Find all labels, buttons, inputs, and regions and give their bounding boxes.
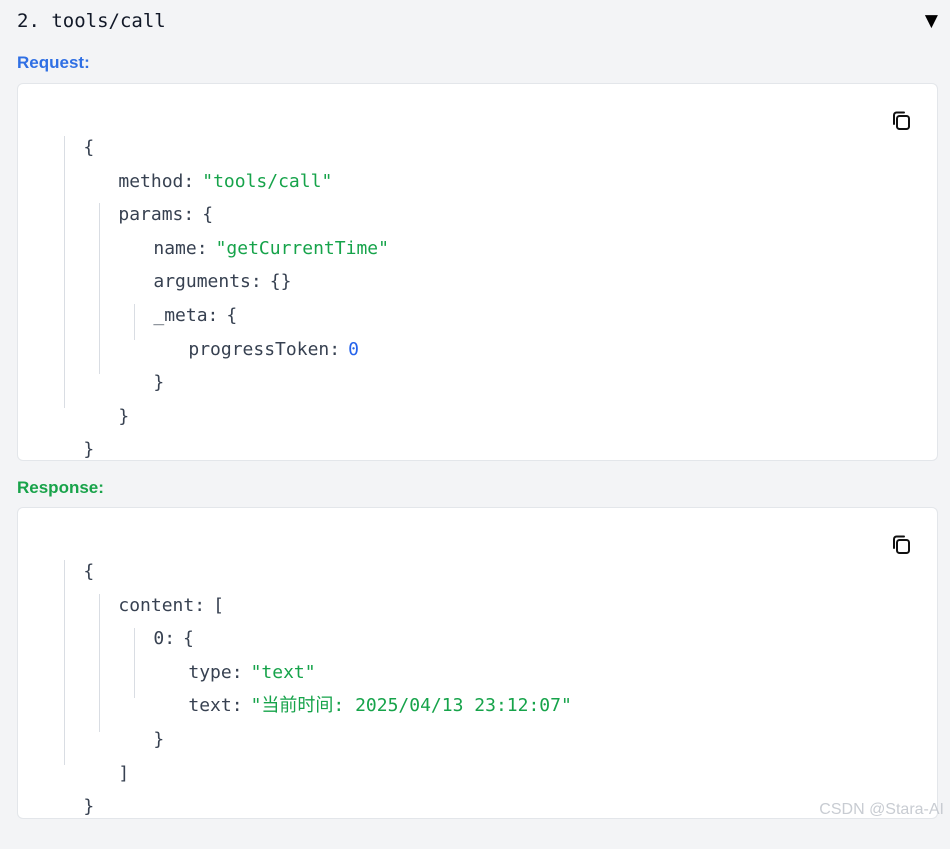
json-line: } xyxy=(83,796,95,817)
collapse-toggle-icon[interactable]: ▼ xyxy=(925,11,938,31)
request-json-card: { method: "tools/call" params:{ name: "get… xyxy=(17,83,938,461)
response-json-card: { content:[ 0:{ type: "text" text: "当前时间: … xyxy=(17,507,938,819)
json-line: method: "tools/call" xyxy=(118,171,333,192)
json-line[interactable]: _meta:{ xyxy=(110,274,237,326)
indent-guide xyxy=(64,560,65,765)
json-line: name: "getCurrentTime" xyxy=(153,238,389,259)
json-key: text xyxy=(188,695,232,716)
watermark: CSDN @Stara-AI xyxy=(819,801,944,818)
json-line: type: "text" xyxy=(188,662,316,683)
json-line: { xyxy=(83,137,95,158)
section-header[interactable]: 2. tools/call ▼ xyxy=(0,0,950,46)
json-line[interactable]: content:[ xyxy=(75,564,224,616)
response-label: Response: xyxy=(17,478,104,497)
copy-request-icon[interactable] xyxy=(891,110,913,132)
json-number-value: 0 xyxy=(348,339,359,360)
json-line: } xyxy=(83,439,95,460)
json-string-value: "tools/call" xyxy=(202,171,333,192)
request-label: Request: xyxy=(17,53,90,72)
json-line: progressToken: 0 xyxy=(188,339,359,360)
json-line: } xyxy=(153,372,165,393)
json-line: ] xyxy=(118,763,130,784)
json-line: text: "当前时间: 2025/04/13 23:12:07" xyxy=(188,695,572,716)
json-string-value: "当前时间: 2025/04/13 23:12:07" xyxy=(250,695,572,716)
json-line: arguments:{} xyxy=(153,271,292,292)
json-key: progressToken xyxy=(188,339,330,360)
json-line: } xyxy=(118,406,130,427)
indent-guide xyxy=(64,136,65,408)
json-line: } xyxy=(153,729,165,750)
json-line[interactable]: 0:{ xyxy=(110,597,194,649)
json-line[interactable]: params:{ xyxy=(75,173,213,225)
json-line: { xyxy=(83,561,95,582)
copy-response-icon[interactable] xyxy=(891,534,913,556)
section-title: 2. tools/call xyxy=(17,10,166,32)
